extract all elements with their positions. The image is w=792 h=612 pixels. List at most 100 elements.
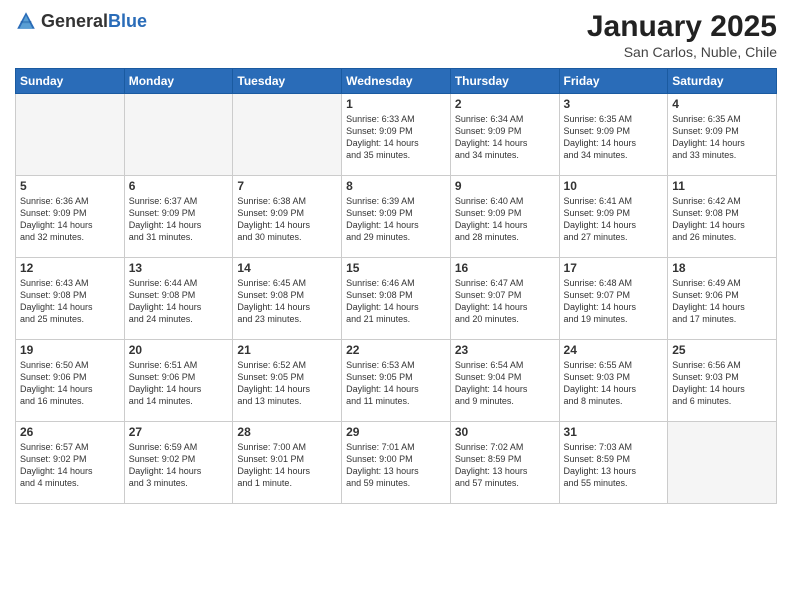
day-number: 1 (346, 97, 446, 111)
day-header-friday: Friday (559, 69, 668, 94)
day-number: 17 (564, 261, 664, 275)
day-number: 23 (455, 343, 555, 357)
calendar-cell: 17Sunrise: 6:48 AM Sunset: 9:07 PM Dayli… (559, 258, 668, 340)
day-number: 11 (672, 179, 772, 193)
logo-general: General (41, 11, 108, 31)
calendar-table: SundayMondayTuesdayWednesdayThursdayFrid… (15, 68, 777, 504)
day-number: 7 (237, 179, 337, 193)
location-subtitle: San Carlos, Nuble, Chile (587, 44, 777, 60)
day-info: Sunrise: 6:47 AM Sunset: 9:07 PM Dayligh… (455, 277, 555, 326)
calendar-cell: 19 Sunrise: 6:50 AM Sunset: 9:06 PM Dayli… (16, 340, 125, 422)
day-info: Sunrise: 6:56 AM Sunset: 9:03 PM Dayligh… (672, 359, 772, 408)
day-info: Sunrise: 6:43 AM Sunset: 9:08 PM Dayligh… (20, 277, 120, 326)
calendar-cell: 2 Sunrise: 6:34 AM Sunset: 9:09 PM Daylig… (450, 94, 559, 176)
calendar-cell: 11 Sunrise: 6:42 AM Sunset: 9:08 PM Dayli… (668, 176, 777, 258)
day-info: Sunrise: 6:52 AM Sunset: 9:05 PM Dayligh… (237, 359, 337, 408)
week-row-5: 26Sunrise: 6:57 AM Sunset: 9:02 PM Dayli… (16, 422, 777, 504)
title-block: January 2025 San Carlos, Nuble, Chile (587, 10, 777, 60)
day-info: Sunrise: 6:40 AM Sunset: 9:09 PM Dayligh… (455, 195, 555, 244)
calendar-cell: 20 Sunrise: 6:51 AM Sunset: 9:06 PM Dayli… (124, 340, 233, 422)
calendar-header: GeneralBlue January 2025 San Carlos, Nub… (15, 10, 777, 60)
day-header-tuesday: Tuesday (233, 69, 342, 94)
calendar-container: GeneralBlue January 2025 San Carlos, Nub… (0, 0, 792, 514)
day-info: Sunrise: 6:39 AM Sunset: 9:09 PM Dayligh… (346, 195, 446, 244)
day-info: Sunrise: 7:02 AM Sunset: 8:59 PM Dayligh… (455, 441, 555, 490)
day-info: Sunrise: 7:03 AM Sunset: 8:59 PM Dayligh… (564, 441, 664, 490)
calendar-cell: 6 Sunrise: 6:37 AM Sunset: 9:09 PM Daylig… (124, 176, 233, 258)
calendar-cell: 5 Sunrise: 6:36 AM Sunset: 9:09 PM Daylig… (16, 176, 125, 258)
calendar-cell: 28 Sunrise: 7:00 AM Sunset: 9:01 PM Dayli… (233, 422, 342, 504)
day-info: Sunrise: 6:44 AM Sunset: 9:08 PM Dayligh… (129, 277, 229, 326)
day-info: Sunrise: 6:41 AM Sunset: 9:09 PM Dayligh… (564, 195, 664, 244)
calendar-cell: 31 Sunrise: 7:03 AM Sunset: 8:59 PM Dayli… (559, 422, 668, 504)
calendar-cell: 22Sunrise: 6:53 AM Sunset: 9:05 PM Dayli… (342, 340, 451, 422)
day-number: 19 (20, 343, 120, 357)
day-info: Sunrise: 6:59 AM Sunset: 9:02 PM Dayligh… (129, 441, 229, 490)
day-header-saturday: Saturday (668, 69, 777, 94)
day-info: Sunrise: 7:00 AM Sunset: 9:01 PM Dayligh… (237, 441, 337, 490)
day-number: 30 (455, 425, 555, 439)
day-info: Sunrise: 6:51 AM Sunset: 9:06 PM Dayligh… (129, 359, 229, 408)
day-number: 14 (237, 261, 337, 275)
calendar-cell: 21 Sunrise: 6:52 AM Sunset: 9:05 PM Dayli… (233, 340, 342, 422)
day-number: 27 (129, 425, 229, 439)
day-number: 5 (20, 179, 120, 193)
day-info: Sunrise: 6:45 AM Sunset: 9:08 PM Dayligh… (237, 277, 337, 326)
calendar-cell: 24Sunrise: 6:55 AM Sunset: 9:03 PM Dayli… (559, 340, 668, 422)
calendar-cell: 14 Sunrise: 6:45 AM Sunset: 9:08 PM Dayli… (233, 258, 342, 340)
day-info: Sunrise: 6:53 AM Sunset: 9:05 PM Dayligh… (346, 359, 446, 408)
day-info: Sunrise: 6:42 AM Sunset: 9:08 PM Dayligh… (672, 195, 772, 244)
day-info: Sunrise: 6:34 AM Sunset: 9:09 PM Dayligh… (455, 113, 555, 162)
calendar-cell: 23 Sunrise: 6:54 AM Sunset: 9:04 PM Dayli… (450, 340, 559, 422)
day-info: Sunrise: 6:38 AM Sunset: 9:09 PM Dayligh… (237, 195, 337, 244)
day-number: 12 (20, 261, 120, 275)
calendar-cell (16, 94, 125, 176)
day-number: 3 (564, 97, 664, 111)
day-number: 21 (237, 343, 337, 357)
calendar-cell: 12 Sunrise: 6:43 AM Sunset: 9:08 PM Dayli… (16, 258, 125, 340)
calendar-cell (233, 94, 342, 176)
calendar-cell: 25Sunrise: 6:56 AM Sunset: 9:03 PM Dayli… (668, 340, 777, 422)
day-number: 29 (346, 425, 446, 439)
calendar-cell: 1Sunrise: 6:33 AM Sunset: 9:09 PM Daylig… (342, 94, 451, 176)
day-number: 31 (564, 425, 664, 439)
logo-text: GeneralBlue (41, 11, 147, 32)
day-number: 6 (129, 179, 229, 193)
day-info: Sunrise: 6:50 AM Sunset: 9:06 PM Dayligh… (20, 359, 120, 408)
week-row-2: 5 Sunrise: 6:36 AM Sunset: 9:09 PM Daylig… (16, 176, 777, 258)
day-info: Sunrise: 7:01 AM Sunset: 9:00 PM Dayligh… (346, 441, 446, 490)
day-info: Sunrise: 6:54 AM Sunset: 9:04 PM Dayligh… (455, 359, 555, 408)
calendar-cell: 27 Sunrise: 6:59 AM Sunset: 9:02 PM Dayli… (124, 422, 233, 504)
calendar-cell: 18 Sunrise: 6:49 AM Sunset: 9:06 PM Dayli… (668, 258, 777, 340)
day-number: 8 (346, 179, 446, 193)
calendar-cell: 16Sunrise: 6:47 AM Sunset: 9:07 PM Dayli… (450, 258, 559, 340)
day-number: 2 (455, 97, 555, 111)
calendar-cell (124, 94, 233, 176)
day-header-row: SundayMondayTuesdayWednesdayThursdayFrid… (16, 69, 777, 94)
month-title: January 2025 (587, 10, 777, 44)
day-number: 15 (346, 261, 446, 275)
day-number: 4 (672, 97, 772, 111)
calendar-cell (668, 422, 777, 504)
logo-icon (15, 10, 37, 32)
day-number: 28 (237, 425, 337, 439)
day-info: Sunrise: 6:35 AM Sunset: 9:09 PM Dayligh… (564, 113, 664, 162)
day-header-monday: Monday (124, 69, 233, 94)
week-row-4: 19 Sunrise: 6:50 AM Sunset: 9:06 PM Dayli… (16, 340, 777, 422)
calendar-cell: 29 Sunrise: 7:01 AM Sunset: 9:00 PM Dayli… (342, 422, 451, 504)
day-info: Sunrise: 6:36 AM Sunset: 9:09 PM Dayligh… (20, 195, 120, 244)
day-number: 9 (455, 179, 555, 193)
day-info: Sunrise: 6:37 AM Sunset: 9:09 PM Dayligh… (129, 195, 229, 244)
calendar-cell: 9 Sunrise: 6:40 AM Sunset: 9:09 PM Daylig… (450, 176, 559, 258)
day-number: 24 (564, 343, 664, 357)
day-info: Sunrise: 6:49 AM Sunset: 9:06 PM Dayligh… (672, 277, 772, 326)
calendar-cell: 7 Sunrise: 6:38 AM Sunset: 9:09 PM Daylig… (233, 176, 342, 258)
calendar-cell: 3 Sunrise: 6:35 AM Sunset: 9:09 PM Daylig… (559, 94, 668, 176)
day-header-thursday: Thursday (450, 69, 559, 94)
week-row-3: 12 Sunrise: 6:43 AM Sunset: 9:08 PM Dayli… (16, 258, 777, 340)
day-number: 20 (129, 343, 229, 357)
calendar-cell: 8 Sunrise: 6:39 AM Sunset: 9:09 PM Daylig… (342, 176, 451, 258)
day-info: Sunrise: 6:35 AM Sunset: 9:09 PM Dayligh… (672, 113, 772, 162)
logo-blue: Blue (108, 11, 147, 31)
day-number: 18 (672, 261, 772, 275)
